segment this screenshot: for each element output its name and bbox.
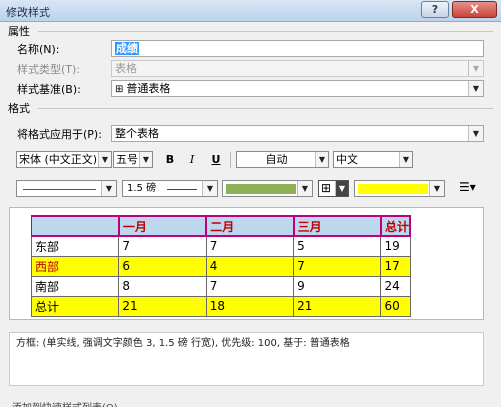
table-cell: 19 [380,235,411,257]
table-row: 南部 8 7 9 24 [30,275,411,297]
font-color-select[interactable]: 自动 ▼ [236,151,329,168]
border-all-icon: ⊞ [321,181,332,195]
table-cell: 7 [293,255,382,277]
italic-button[interactable]: I [182,151,202,168]
font-color-value: 自动 [265,153,288,166]
fill-color-select[interactable]: ▼ [354,180,445,197]
style-type-value: 表格 [115,62,137,75]
font-size-value: 五号 [116,153,138,166]
script-select[interactable]: 中文 ▼ [333,151,413,168]
title-bar: 修改样式 ? X [0,0,501,22]
table-cell: 三月 [293,215,382,237]
table-cell [30,215,120,237]
table-cell: 9 [293,275,382,297]
table-cell: 18 [205,295,295,317]
name-label: 名称(N): [17,43,60,56]
table-cell: 一月 [118,215,208,237]
chevron-down-icon: ▼ [429,181,444,196]
bold-button[interactable]: B [160,151,180,168]
table-cell: 17 [380,255,411,277]
table-cell: 24 [380,275,411,297]
table-cell: 5 [293,235,382,257]
table-cell: 21 [293,295,382,317]
chevron-down-icon: ▼ [468,81,483,96]
chevron-down-icon: ▼ [297,181,312,196]
chevron-down-icon: ▼ [98,152,111,167]
table-row: 总计 21 18 21 60 [30,295,411,317]
line-color-swatch [226,184,296,194]
name-input[interactable]: 成绩 [111,40,484,57]
line-weight-preview [167,189,197,190]
properties-divider [38,31,493,32]
table-row: 东部 7 7 5 19 [30,235,411,257]
style-type-select[interactable]: 表格 ▼ [111,60,484,77]
format-section-label: 格式 [8,102,30,115]
line-style-preview [23,189,96,190]
line-color-select[interactable]: ▼ [222,180,313,197]
table-cell: 二月 [205,215,295,237]
style-base-select[interactable]: ⊞ 普通表格 ▼ [111,80,484,97]
underline-button[interactable]: U [206,151,226,168]
apply-to-select[interactable]: 整个表格 ▼ [111,125,484,142]
preview-pane: 一月 二月 三月 总计 东部 7 7 5 19 西部 6 4 7 17 南部 8… [9,207,484,320]
chevron-down-icon: ▼ [468,126,483,141]
line-weight-value: 1.5 磅 [127,183,157,194]
table-cell: 7 [118,235,207,257]
chevron-down-icon: ▼ [139,152,152,167]
table-cell: 60 [380,295,411,317]
style-type-label: 样式类型(T): [17,63,81,76]
font-name-select[interactable]: 宋体 (中文正文) ▼ [16,151,112,168]
properties-section-label: 属性 [8,25,30,38]
table-header-row: 一月 二月 三月 总计 [30,215,412,237]
script-value: 中文 [336,153,358,166]
table-row: 西部 6 4 7 17 [30,255,411,277]
table-cell: 7 [205,235,295,257]
chevron-down-icon: ▼ [315,152,328,167]
apply-to-value: 整个表格 [115,127,159,140]
border-select[interactable]: ⊞ ▼ [318,180,349,197]
chevron-down-icon: ▼ [399,152,412,167]
table-cell: 总计 [380,215,412,237]
style-description: 方框: (单实线, 强调文字颜色 3, 1.5 磅 行宽), 优先级: 100,… [9,332,484,386]
format-divider [38,108,493,109]
style-base-value: 普通表格 [126,82,171,95]
font-size-select[interactable]: 五号 ▼ [113,151,153,168]
font-name-value: 宋体 (中文正文) [19,153,98,166]
toolbar-divider [230,152,231,168]
table-grid-icon: ⊞ [115,84,124,95]
style-base-label: 样式基准(B): [17,83,81,96]
chevron-down-icon: ▼ [468,61,483,76]
chevron-down-icon: ▼ [101,181,116,196]
line-style-select[interactable]: ▼ [16,180,117,197]
close-button[interactable]: X [452,1,497,18]
table-cell: 东部 [30,235,120,257]
table-cell: 4 [205,255,295,277]
apply-to-label: 将格式应用于(P): [17,128,102,141]
fill-color-swatch [358,184,428,194]
table-cell: 南部 [30,275,120,297]
name-value: 成绩 [115,42,139,55]
table-cell: 6 [118,255,207,277]
preview-table: 一月 二月 三月 总计 东部 7 7 5 19 西部 6 4 7 17 南部 8… [30,215,412,317]
table-cell: 8 [118,275,207,297]
chevron-down-icon: ▼ [202,181,217,196]
table-cell: 7 [205,275,295,297]
table-cell: 总计 [30,295,120,317]
alignment-icon[interactable]: ☰▾ [459,180,476,194]
table-cell: 西部 [30,255,120,277]
table-cell: 21 [118,295,207,317]
line-weight-select[interactable]: 1.5 磅 ▼ [122,180,218,197]
dialog-title: 修改样式 [6,6,50,19]
help-button[interactable]: ? [421,1,449,18]
add-to-quick-styles-label[interactable]: 添加到快速样式列表(Q) [12,399,118,407]
chevron-down-icon: ▼ [335,181,348,196]
